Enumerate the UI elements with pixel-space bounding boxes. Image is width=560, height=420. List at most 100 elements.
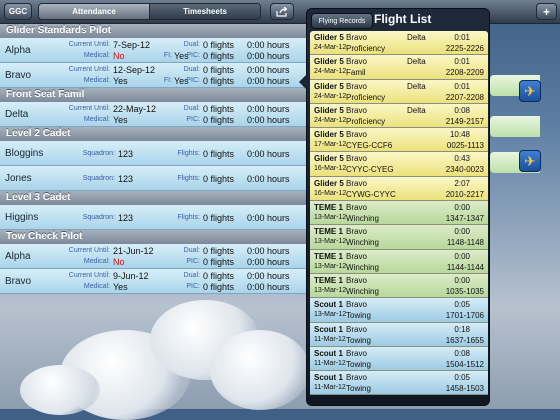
flight-row[interactable]: Scout 1 11-Mar-12 Bravo Towing 0:05 1458-1503 <box>310 371 488 396</box>
flight-type: Towing <box>346 335 371 345</box>
flight-row[interactable]: Glider 5 16-Mar-12 Bravo CYYC-CYEG 0:43 2340-… <box>310 152 488 177</box>
list-item[interactable]: Alpha Current Until: 7-Sep-12 Medical: No FI:… <box>0 38 306 63</box>
list-item[interactable]: Delta Current Until: 22-May-12 Medical: Yes D… <box>0 102 306 127</box>
list-item[interactable]: Bloggins Squadron: 123 Flights: 0 flights 0:0… <box>0 141 306 166</box>
list-item[interactable]: Bravo Current Until: 12-Sep-12 Medical: Yes F… <box>0 63 306 88</box>
flight-aircraft: Glider 5 <box>314 178 344 188</box>
flight-pilot: Bravo <box>346 300 367 310</box>
flight-row[interactable]: TEME 1 13-Mar-12 Bravo Winching 0:00 1148-114… <box>310 225 488 250</box>
flying-records-button[interactable]: Flying Records <box>311 13 373 29</box>
flight-date: 11-Mar-12 <box>314 359 346 367</box>
flight-duration: 2:07 <box>454 178 470 188</box>
flight-duration: 0:00 <box>454 251 470 261</box>
flight-aircraft: Glider 5 <box>314 33 344 42</box>
flight-row[interactable]: Scout 1 11-Mar-12 Bravo Towing 0:18 1637-1655 <box>310 322 488 347</box>
section-header: Tow Check Pilot <box>0 230 306 244</box>
flight-times: 2010-2217 <box>445 189 484 199</box>
flight-type: Famil <box>346 68 366 78</box>
flight-type: CYEG-CCF6 <box>346 141 393 151</box>
flight-aircraft: Glider 5 <box>314 130 344 140</box>
flight-row[interactable]: Scout 1 11-Mar-12 Bravo Towing 0:08 1504-1512 <box>310 346 488 372</box>
segmented-control: Attendance Timesheets <box>38 3 261 20</box>
medical-value: Yes <box>113 115 128 125</box>
flight-duration: 10:48 <box>449 130 470 140</box>
medical-label: Medical: <box>83 52 110 59</box>
pic-label: PIC: <box>186 52 200 59</box>
flight-pilot: Bravo <box>346 203 367 213</box>
list-item[interactable]: Alpha Current Until: 21-Jun-12 Medical: No Du… <box>0 244 306 269</box>
medical-value: No <box>113 257 125 267</box>
flight-row[interactable]: Glider 5 24-Mar-12 Bravo Delta Proficiency 0:… <box>310 79 488 104</box>
flight-duration: 0:01 <box>454 57 470 67</box>
flights-value: 0 flights <box>203 174 235 184</box>
dual-flights: 0 flights <box>203 246 235 256</box>
flight-times: 2207-2208 <box>445 92 484 102</box>
squadron-label: Squadron: <box>82 214 115 221</box>
flight-row[interactable]: TEME 1 13-Mar-12 Bravo Winching 0:00 1347-134… <box>310 201 488 226</box>
right-row-strip <box>490 116 540 137</box>
flight-pilot: Bravo <box>346 324 367 334</box>
section-header: Glider Standards Pilot <box>0 24 306 38</box>
flight-aircraft: TEME 1 <box>314 227 343 237</box>
dual-hours: 0:00 hours <box>247 246 290 256</box>
flight-row[interactable]: Glider 5 16-Mar-12 Bravo CYWG-CYYC 2:07 2010-… <box>310 176 488 202</box>
add-button[interactable]: + <box>536 3 557 20</box>
share-button[interactable] <box>270 3 294 20</box>
flight-row[interactable]: TEME 1 13-Mar-12 Bravo Winching 0:00 1144-114… <box>310 249 488 274</box>
flight-second-pilot: Delta <box>407 105 426 115</box>
flight-times: 2340-0023 <box>445 165 484 175</box>
medical-value: No <box>113 51 125 61</box>
flight-aircraft: Glider 5 <box>314 57 344 67</box>
flight-pilot: Bravo <box>346 130 367 140</box>
flight-times: 1347-1347 <box>445 214 484 224</box>
flight-aircraft: Scout 1 <box>314 348 343 358</box>
pic-flights: 0 flights <box>203 257 235 267</box>
flight-date: 24-Mar-12 <box>314 44 347 51</box>
flight-row[interactable]: Glider 5 17-Mar-12 Bravo CYEG-CCF6 10:48 0025… <box>310 128 488 153</box>
list-item[interactable]: Jones Squadron: 123 Flights: 0 flights 0:00 h… <box>0 166 306 191</box>
pic-hours: 0:00 hours <box>247 257 290 267</box>
current-until-label: Current Until: <box>68 247 110 254</box>
pic-hours: 0:00 hours <box>247 282 290 292</box>
flight-duration: 0:05 <box>454 373 470 383</box>
flight-type: Winching <box>346 262 379 272</box>
ggc-button[interactable]: GGC <box>4 3 32 20</box>
flight-pilot: Bravo <box>346 33 367 42</box>
flight-pilot: Bravo <box>346 275 367 285</box>
list-item[interactable]: Higgins Squadron: 123 Flights: 0 flights 0:00… <box>0 205 306 230</box>
airplane-icon[interactable]: ✈ <box>519 150 541 172</box>
flight-row[interactable]: Glider 5 24-Mar-12 Bravo Delta Proficiency 0:… <box>310 103 488 129</box>
flight-pilot: Bravo <box>346 348 367 358</box>
squadron-value: 123 <box>118 149 134 159</box>
share-icon <box>276 6 288 17</box>
flight-date: 13-Mar-12 <box>314 286 347 294</box>
tab-attendance[interactable]: Attendance <box>39 4 149 19</box>
dual-label: Dual: <box>183 66 200 73</box>
hours-value: 0:00 hours <box>247 213 290 223</box>
section-header: Level 2 Cadet <box>0 127 306 141</box>
tab-timesheets[interactable]: Timesheets <box>149 4 260 19</box>
flight-type: Proficiency <box>346 92 386 102</box>
pic-hours: 0:00 hours <box>247 115 290 125</box>
flight-duration: 0:00 <box>454 203 470 213</box>
flight-row[interactable]: TEME 1 13-Mar-12 Bravo Winching 0:00 1035-103… <box>310 273 488 299</box>
flights-label: Flights: <box>177 150 200 157</box>
flight-date: 13-Mar-12 <box>314 311 347 319</box>
flight-duration: 0:01 <box>454 81 470 91</box>
flight-row[interactable]: Scout 1 13-Mar-12 Bravo Towing 0:05 1701-1706 <box>310 298 488 323</box>
squadron-value: 123 <box>118 174 134 184</box>
current-until-value: 21-Jun-12 <box>113 246 154 256</box>
flight-pilot: Bravo <box>346 81 367 91</box>
airplane-icon[interactable]: ✈ <box>519 80 541 102</box>
row-name: Alpha <box>5 251 31 262</box>
dual-label: Dual: <box>183 272 200 279</box>
list-item[interactable]: Bravo Current Until: 9-Jun-12 Medical: Yes Du… <box>0 269 306 294</box>
flight-row[interactable]: Glider 5 24-Mar-12 Bravo Delta Famil 0:01 2208… <box>310 55 488 80</box>
flight-row[interactable]: Glider 5 24-Mar-12 Bravo Delta Proficiency 0:… <box>310 31 488 56</box>
medical-value: Yes <box>113 282 128 292</box>
dual-flights: 0 flights <box>203 271 235 281</box>
squadron-label: Squadron: <box>82 150 115 157</box>
flight-times: 1035-1035 <box>445 286 484 296</box>
flight-type: Proficiency <box>346 116 386 126</box>
medical-label: Medical: <box>83 283 110 290</box>
